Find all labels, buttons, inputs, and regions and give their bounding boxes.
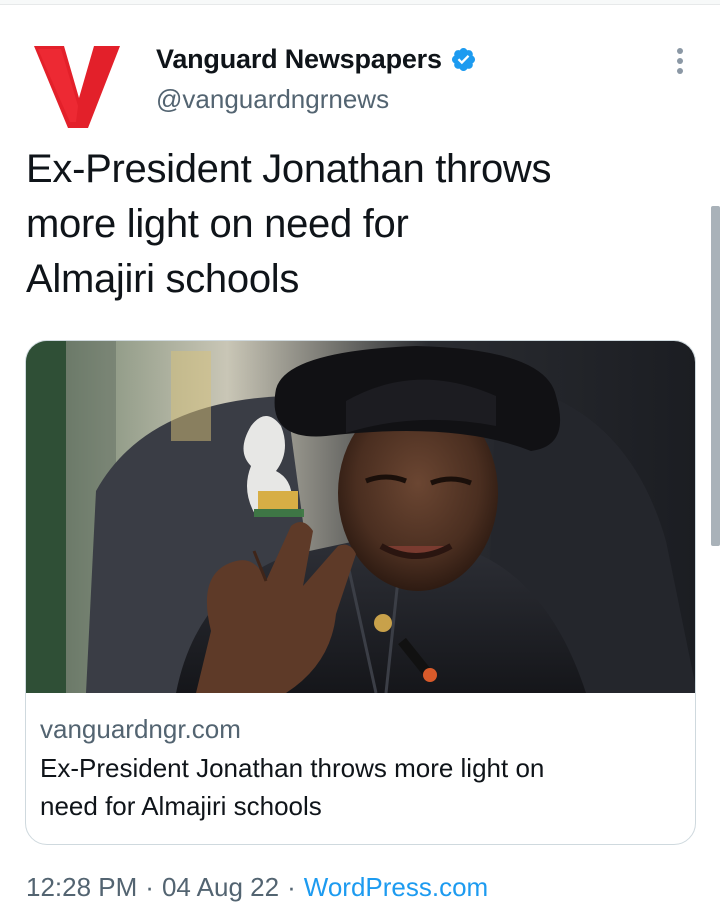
separator: · bbox=[145, 872, 154, 902]
source-link[interactable]: WordPress.com bbox=[304, 872, 488, 903]
author-name-row: Vanguard Newspapers bbox=[156, 40, 477, 78]
vanguard-logo-icon bbox=[34, 46, 120, 128]
tweet-text: Ex-President Jonathan throws more light … bbox=[26, 142, 676, 307]
author-handle[interactable]: @vanguardngrnews bbox=[156, 84, 477, 115]
author-block: Vanguard Newspapers @vanguardngrnews bbox=[156, 40, 477, 120]
tweet-text-line: Almajiri schools bbox=[26, 257, 300, 301]
tweet-text-line: more light on need for bbox=[26, 202, 409, 246]
card-title-line: Ex-President Jonathan throws more light … bbox=[40, 753, 545, 783]
author-name[interactable]: Vanguard Newspapers bbox=[156, 44, 442, 75]
tweet-time[interactable]: 12:28 PM bbox=[26, 872, 137, 903]
avatar[interactable] bbox=[28, 38, 124, 134]
verified-badge-icon bbox=[450, 46, 477, 73]
timestamp-row: 12:28 PM · 04 Aug 22 · WordPress.com bbox=[26, 872, 488, 903]
tweet-text-line: Ex-President Jonathan throws bbox=[26, 147, 552, 191]
scrollbar-thumb[interactable] bbox=[711, 206, 720, 546]
separator: · bbox=[287, 872, 296, 902]
tweet: Vanguard Newspapers @vanguardngrnews Ex-… bbox=[0, 0, 720, 913]
more-options-button[interactable] bbox=[664, 44, 696, 78]
card-domain: vanguardngr.com bbox=[40, 714, 241, 744]
more-vertical-icon bbox=[677, 48, 683, 54]
link-preview-card[interactable]: vanguardngr.com Ex-President Jonathan th… bbox=[25, 340, 696, 845]
more-dot bbox=[677, 68, 683, 74]
card-title: Ex-President Jonathan throws more light … bbox=[40, 749, 680, 825]
card-title-line: need for Almajiri schools bbox=[40, 791, 322, 821]
card-meta: vanguardngr.com Ex-President Jonathan th… bbox=[40, 711, 680, 825]
card-image bbox=[26, 341, 695, 693]
tweet-date[interactable]: 04 Aug 22 bbox=[162, 872, 279, 903]
more-dot bbox=[677, 58, 683, 64]
